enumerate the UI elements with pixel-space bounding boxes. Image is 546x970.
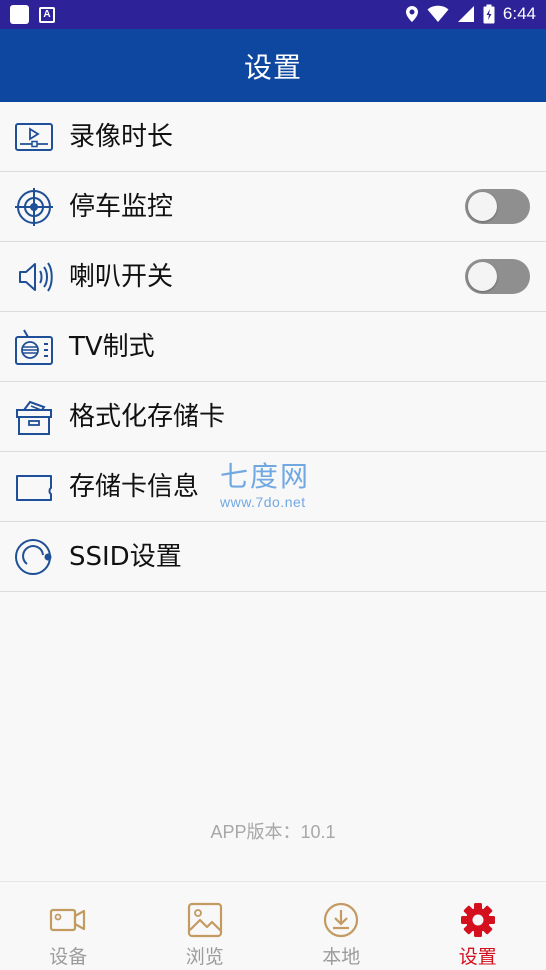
setting-label: 格式化存储卡 [69, 402, 226, 432]
video-duration-icon [15, 123, 53, 151]
bottom-nav: 设备 浏览 本地 设置 [0, 881, 546, 970]
sd-card-icon [16, 475, 52, 501]
tv-radio-icon [15, 329, 53, 365]
app-version: APP版本：10.1 [210, 822, 336, 842]
notification-app-icon [10, 5, 29, 24]
notification-a-icon: A [39, 6, 55, 23]
status-bar: A 6:44 [0, 0, 546, 29]
nav-label: 设置 [458, 946, 497, 968]
nav-item-device[interactable]: 设备 [0, 882, 137, 970]
setting-label: 录像时长 [69, 122, 174, 152]
crosshair-target-icon [15, 188, 53, 226]
image-icon [187, 902, 222, 938]
wifi-icon [427, 5, 449, 23]
watermark-url: www.7do.net [220, 494, 306, 510]
toggle-knob [468, 262, 497, 291]
setting-label: SSID设置 [69, 542, 182, 572]
nav-item-browse[interactable]: 浏览 [137, 882, 274, 970]
nav-item-settings[interactable]: 设置 [410, 882, 546, 970]
setting-row-tv-format[interactable]: TV制式 [0, 312, 546, 382]
nav-label: 设备 [49, 946, 88, 968]
ssid-icon [15, 539, 52, 575]
nav-item-local[interactable]: 本地 [273, 882, 410, 970]
location-icon [405, 6, 418, 22]
download-icon [324, 902, 359, 938]
setting-row-format-card[interactable]: 格式化存储卡 [0, 382, 546, 452]
page-title: 设置 [243, 50, 302, 84]
setting-row-ssid[interactable]: SSID设置 [0, 522, 546, 592]
status-bar-notifications: A [10, 5, 55, 24]
parking-monitor-toggle[interactable] [465, 189, 530, 224]
status-bar-system: 6:44 [405, 3, 536, 25]
nav-label: 本地 [322, 946, 361, 968]
app-bar: 设置 [0, 29, 546, 102]
speaker-toggle[interactable] [465, 259, 530, 294]
battery-icon [483, 4, 495, 24]
setting-label: 停车监控 [69, 192, 174, 222]
setting-label: 存储卡信息 [69, 472, 200, 502]
setting-row-parking-monitor[interactable]: 停车监控 [0, 172, 546, 242]
storage-box-icon [16, 400, 52, 435]
camera-icon [50, 908, 86, 932]
speaker-icon [19, 262, 53, 292]
toggle-knob [468, 192, 497, 221]
gear-icon [460, 903, 495, 937]
setting-row-speaker[interactable]: 喇叭开关 [0, 242, 546, 312]
watermark-title: 七度网 [220, 460, 311, 493]
setting-row-video-duration[interactable]: 录像时长 [0, 102, 546, 172]
nav-label: 浏览 [185, 946, 224, 968]
status-time: 6:44 [502, 4, 536, 23]
setting-label: TV制式 [69, 332, 155, 362]
watermark: 七度网 www.7do.net [220, 460, 311, 511]
signal-icon [457, 6, 474, 22]
settings-list: 录像时长 停车监控 喇叭开关 TV制式 格式化存储卡 存储卡信息 SSID设置 [0, 102, 546, 592]
setting-label: 喇叭开关 [69, 262, 174, 292]
